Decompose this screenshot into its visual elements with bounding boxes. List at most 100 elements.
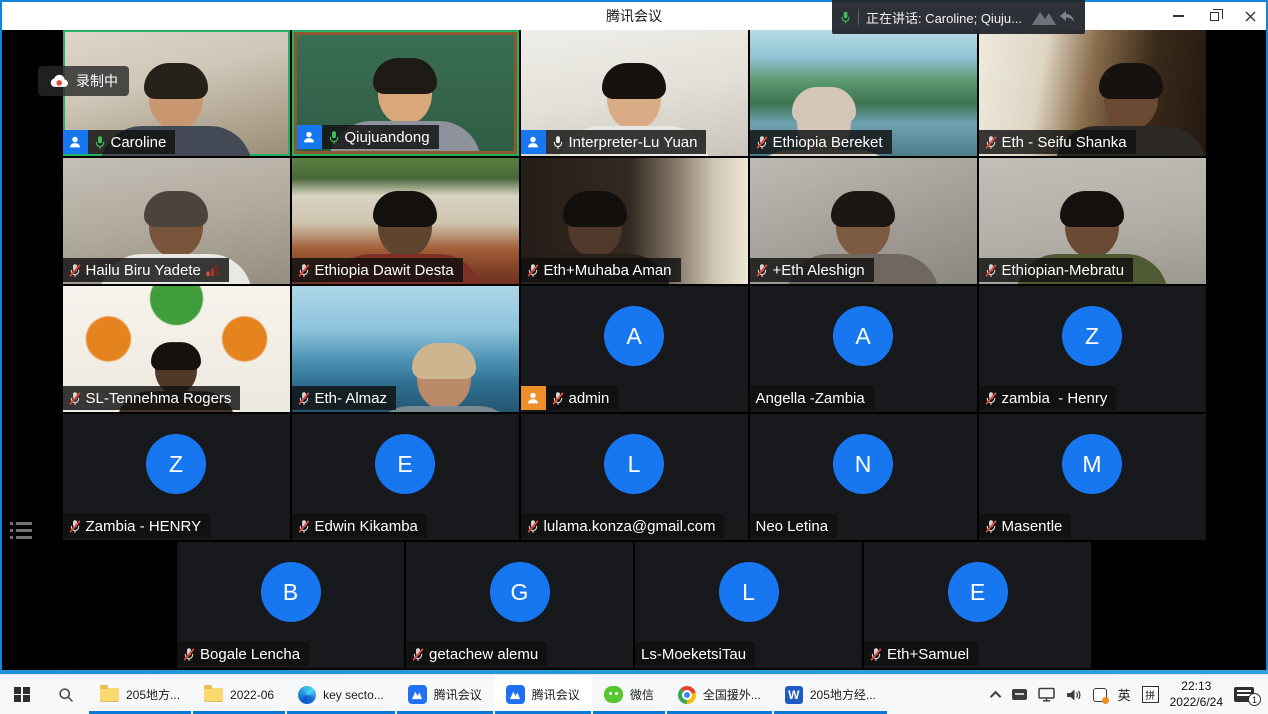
participant-name-tag: Ethiopia Dawit Desta <box>292 258 463 282</box>
member-badge <box>521 130 546 154</box>
name-tag-body: Ethiopia Dawit Desta <box>292 258 463 282</box>
participant-name: Interpreter-Lu Yuan <box>569 134 698 151</box>
recording-badge[interactable]: 录制中 <box>38 66 129 96</box>
taskbar-clock[interactable]: 22:13 2022/6/24 <box>1170 679 1223 710</box>
participant-name-tag: SL-Tennehma Rogers <box>63 386 241 410</box>
participant-name: Bogale Lencha <box>200 646 300 663</box>
participant-name-tag: Caroline <box>63 130 176 154</box>
participant-name: zambia - Henry <box>1002 390 1108 407</box>
participant-name-tag: zambia - Henry <box>979 386 1117 410</box>
view-list-icon[interactable] <box>10 522 32 539</box>
word-icon: W <box>785 686 803 704</box>
name-tag-body: Ethiopia Bereket <box>750 130 892 154</box>
participant-tile[interactable]: +Eth Aleshign <box>750 158 977 284</box>
tray-device-icon[interactable] <box>1012 689 1027 700</box>
host-badge <box>521 386 546 410</box>
participant-name: getachew alemu <box>429 646 538 663</box>
search-icon <box>58 687 74 703</box>
ime-pinyin-indicator[interactable]: 拼 <box>1142 686 1159 703</box>
tray-ime-app-icon[interactable] <box>1093 688 1107 702</box>
participant-name-tag: Eth - Seifu Shanka <box>979 130 1136 154</box>
taskbar-app-label: 205地方... <box>126 686 180 703</box>
mic-muted-icon <box>69 391 81 406</box>
minimize-icon <box>1173 15 1184 17</box>
participant-tile[interactable]: A Angella -Zambia <box>750 286 977 412</box>
participant-name: admin <box>569 390 610 407</box>
taskbar-app-button[interactable]: 腾讯会议 <box>494 675 592 714</box>
participant-tile[interactable]: EEdwin Kikamba <box>292 414 519 540</box>
mic-muted-icon <box>298 263 310 278</box>
participant-name: Ethiopian-Mebratu <box>1002 262 1125 279</box>
participant-name: Neo Letina <box>756 518 829 535</box>
taskbar-app-button[interactable]: 2022-06 <box>192 675 286 714</box>
participant-name: Caroline <box>111 134 167 151</box>
participant-tile[interactable]: LLs-MoeketsiTau <box>635 542 862 668</box>
participant-tile[interactable]: MMasentle <box>979 414 1206 540</box>
participant-tile[interactable]: BBogale Lencha <box>177 542 404 668</box>
participant-tile[interactable]: Ethiopia Bereket <box>750 30 977 156</box>
taskbar-app-button[interactable]: 全国援外... <box>666 675 773 714</box>
mic-on-icon <box>552 135 564 150</box>
taskbar-app-label: 腾讯会议 <box>532 686 580 703</box>
tray-display-icon[interactable] <box>1038 687 1055 702</box>
participant-tile[interactable]: Zzambia - Henry <box>979 286 1206 412</box>
participant-name: +Eth Aleshign <box>773 262 865 279</box>
participant-tile[interactable]: Interpreter-Lu Yuan <box>521 30 748 156</box>
participant-tile[interactable]: N Neo Letina <box>750 414 977 540</box>
person-icon <box>526 391 540 405</box>
participant-tile[interactable]: Aadmin <box>521 286 748 412</box>
window-border-left <box>0 0 2 670</box>
minimize-button[interactable] <box>1160 2 1196 30</box>
participant-tile[interactable]: Qiujuandong <box>292 30 519 156</box>
taskbar-app-button[interactable]: 腾讯会议 <box>396 675 494 714</box>
participant-grid: Caroline Qiujuandong Interpreter-Lu Yuan Et… <box>0 30 1268 670</box>
participant-name: SL-Tennehma Rogers <box>86 390 232 407</box>
speaking-indicator: 正在讲话: Caroline; Qiuju... <box>832 0 1085 34</box>
participant-tile[interactable]: Ethiopia Dawit Desta <box>292 158 519 284</box>
notification-center-button[interactable]: 1 <box>1234 687 1254 702</box>
search-button[interactable] <box>44 675 88 714</box>
taskbar-app-button[interactable]: key secto... <box>286 675 396 714</box>
participant-tile[interactable]: ZZambia - HENRY <box>63 414 290 540</box>
close-icon <box>1245 11 1256 22</box>
grid-row: BBogale LenchaGgetachew alemuLLs-Moekets… <box>0 542 1268 668</box>
mic-muted-icon <box>985 135 997 150</box>
participant-tile[interactable]: EEth+Samuel <box>864 542 1091 668</box>
taskbar-app-button[interactable]: W205地方经... <box>773 675 888 714</box>
name-tag-body: Eth+Muhaba Aman <box>521 258 681 282</box>
meeting-window: 腾讯会议 正在讲话: Caroline; Qiuju... 录制中 Caroli… <box>0 0 1268 714</box>
taskbar-app-button[interactable]: 微信 <box>592 675 666 714</box>
notification-badge: 1 <box>1248 693 1261 706</box>
name-tag-body: Qiujuandong <box>322 125 439 149</box>
name-tag-body: Eth- Almaz <box>292 386 397 410</box>
tray-expand-icon[interactable] <box>990 690 1001 701</box>
start-button[interactable] <box>0 675 44 714</box>
letter-avatar: Z <box>1062 306 1122 366</box>
participant-tile[interactable]: Ethiopian-Mebratu <box>979 158 1206 284</box>
participant-tile[interactable]: Hailu Biru Yadete <box>63 158 290 284</box>
participant-name-tag: Eth+Muhaba Aman <box>521 258 681 282</box>
participant-tile[interactable]: Llulama.konza@gmail.com <box>521 414 748 540</box>
participant-name-tag: Qiujuandong <box>297 125 439 149</box>
letter-avatar: N <box>833 434 893 494</box>
letter-avatar: M <box>1062 434 1122 494</box>
tray-volume-icon[interactable] <box>1066 688 1082 702</box>
participant-tile[interactable]: SL-Tennehma Rogers <box>63 286 290 412</box>
participant-name: Qiujuandong <box>345 129 430 146</box>
participant-tile[interactable]: Eth+Muhaba Aman <box>521 158 748 284</box>
participant-name-tag: Angella -Zambia <box>750 386 874 410</box>
taskbar-app-button[interactable]: 205地方... <box>88 675 192 714</box>
letter-avatar: A <box>833 306 893 366</box>
participant-tile[interactable]: Eth- Almaz <box>292 286 519 412</box>
close-button[interactable] <box>1232 2 1268 30</box>
participant-tile[interactable]: Ggetachew alemu <box>406 542 633 668</box>
name-tag-body: lulama.konza@gmail.com <box>521 514 725 538</box>
mic-muted-icon <box>985 263 997 278</box>
name-tag-body: Bogale Lencha <box>177 642 309 666</box>
speaking-text: 正在讲话: Caroline; Qiuju... <box>866 8 1022 27</box>
participant-name-tag: Zambia - HENRY <box>63 514 211 538</box>
mic-muted-icon <box>412 647 424 662</box>
participant-tile[interactable]: Eth - Seifu Shanka <box>979 30 1206 156</box>
maximize-button[interactable] <box>1196 2 1232 30</box>
ime-language-indicator[interactable]: 英 <box>1118 685 1131 704</box>
